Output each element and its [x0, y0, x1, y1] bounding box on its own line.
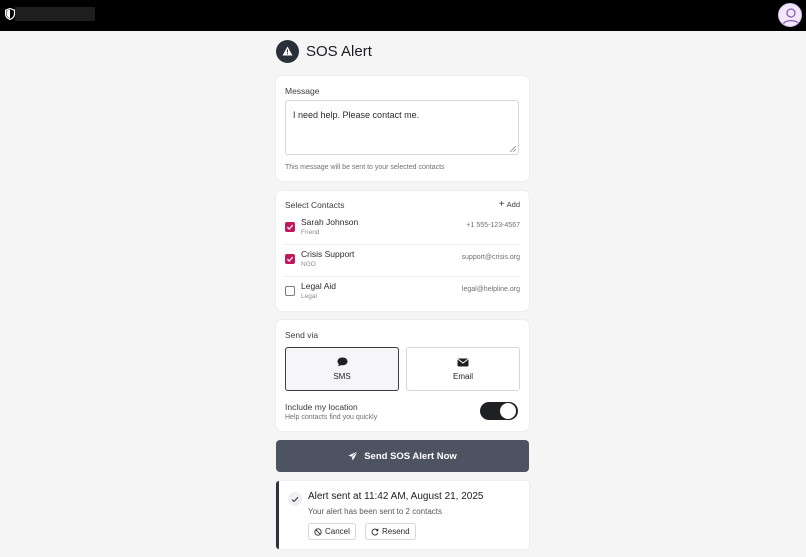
contact-row-sarah-johnson[interactable]: Sarah Johnson Friend +1 555-123-4567 — [276, 212, 529, 244]
ban-icon — [314, 527, 322, 536]
resend-button[interactable]: Resend — [365, 523, 416, 540]
chat-bubble-icon — [337, 357, 347, 367]
contact-address: legal@helpline.org — [461, 286, 520, 293]
cancel-label: Cancel — [325, 527, 350, 536]
add-contact-button[interactable]: + Add — [498, 198, 520, 210]
send-sos-label: Send SOS Alert Now — [364, 450, 457, 462]
send-sos-button[interactable]: Send SOS Alert Now — [276, 440, 529, 472]
message-label: Message — [285, 86, 320, 96]
add-contact-label: Add — [506, 200, 520, 209]
check-icon — [286, 224, 294, 230]
contact-checkbox[interactable] — [285, 286, 295, 296]
redacted-app-name — [15, 7, 95, 21]
email-option-label: Email — [452, 371, 473, 381]
plus-icon: + — [498, 198, 505, 210]
cancel-button[interactable]: Cancel — [308, 523, 356, 540]
top-bar — [0, 0, 806, 31]
contact-relation: NGO — [301, 261, 316, 268]
contact-checkbox[interactable] — [285, 254, 295, 264]
send-via-label: Send via — [285, 330, 319, 340]
message-hint: This message will be sent to your select… — [285, 164, 445, 171]
page-header: SOS Alert — [276, 39, 372, 63]
contact-relation: Friend — [301, 229, 320, 236]
message-input[interactable]: I need help. Please contact me. — [285, 100, 519, 155]
resend-label: Resend — [382, 527, 410, 536]
send-via-card: Send via SMS Email Include my location H… — [276, 320, 529, 431]
check-circle-icon — [288, 492, 302, 506]
contact-name: Sarah Johnson — [301, 217, 359, 227]
contact-address: support@crisis.org — [461, 254, 520, 261]
location-toggle[interactable] — [480, 402, 518, 420]
message-value: I need help. Please contact me. — [293, 110, 420, 120]
sms-option-label: SMS — [333, 372, 351, 381]
alert-status-detail: Your alert has been sent to 2 contacts — [308, 507, 443, 516]
contact-name: Crisis Support — [301, 249, 355, 259]
location-label: Include my location — [285, 402, 358, 412]
paper-plane-icon — [348, 451, 358, 461]
sms-option-button[interactable]: SMS — [285, 347, 399, 391]
contacts-label: Select Contacts — [285, 200, 345, 210]
contact-name: Legal Aid — [301, 281, 336, 291]
envelope-icon — [457, 358, 469, 366]
user-icon — [782, 8, 800, 25]
contact-checkbox[interactable] — [285, 222, 295, 232]
message-card: Message I need help. Please contact me. … — [276, 76, 529, 181]
check-icon — [286, 256, 294, 262]
contact-address: +1 555-123-4567 — [466, 222, 520, 229]
contact-relation: Legal — [301, 293, 317, 300]
avatar[interactable] — [778, 3, 802, 27]
toggle-knob — [500, 403, 516, 419]
page-title: SOS Alert — [306, 42, 372, 60]
contact-row-crisis-support[interactable]: Crisis Support NGO support@crisis.org — [276, 244, 529, 276]
alert-status-headline: Alert sent at 11:42 AM, August 21, 2025 — [308, 491, 484, 502]
alert-status-card: Alert sent at 11:42 AM, August 21, 2025 … — [276, 481, 529, 549]
contact-row-legal-aid[interactable]: Legal Aid Legal legal@helpline.org — [276, 276, 529, 308]
warning-icon — [276, 39, 299, 63]
shield-icon — [5, 8, 15, 20]
resize-handle-icon[interactable] — [510, 146, 516, 152]
email-option-button[interactable]: Email — [406, 347, 520, 391]
location-hint: Help contacts find you quickly — [285, 414, 378, 421]
contacts-card: Select Contacts + Add Sarah Johnson Frie… — [276, 191, 529, 311]
refresh-icon — [371, 528, 379, 535]
